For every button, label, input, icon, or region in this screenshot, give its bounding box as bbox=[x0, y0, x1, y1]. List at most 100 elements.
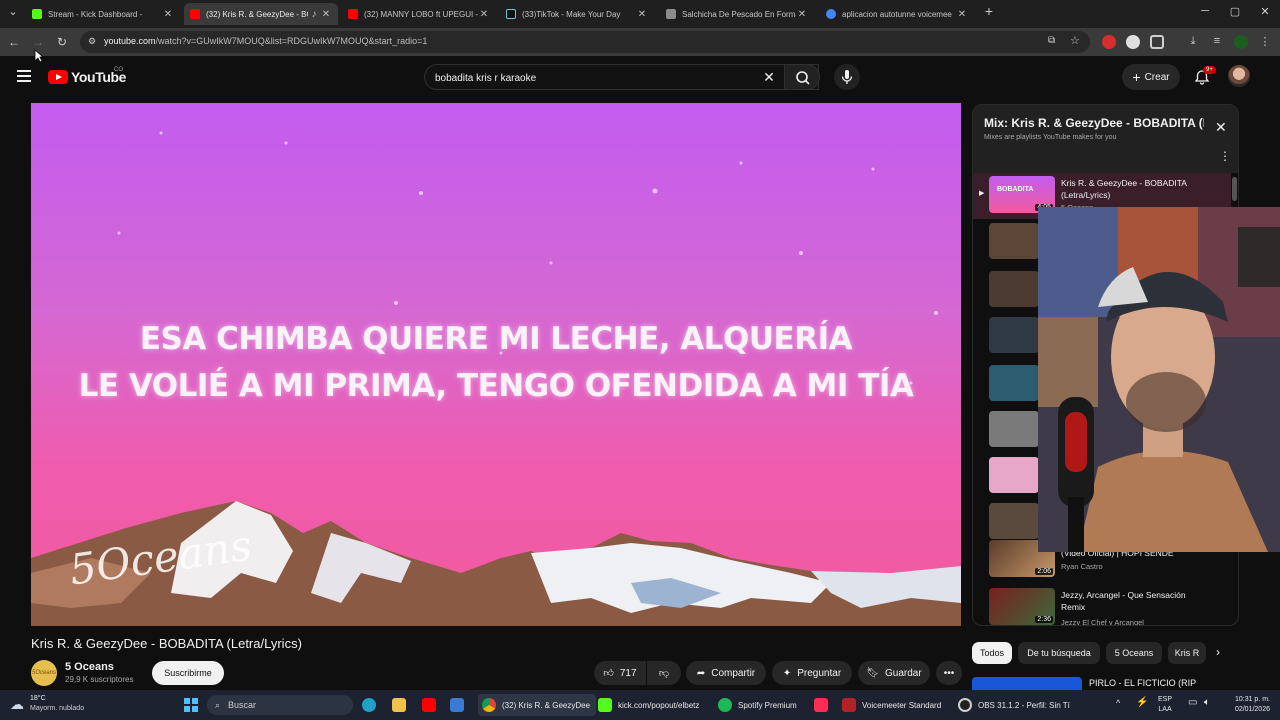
tray-network-icon[interactable]: ⚡ bbox=[1136, 697, 1148, 708]
recommended-thumbnail[interactable] bbox=[972, 677, 1082, 691]
close-icon[interactable]: ✕ bbox=[320, 9, 332, 20]
taskbar-obs-app[interactable]: OBS 31.1.2 - Perfil: Sin Tí bbox=[958, 694, 1070, 716]
clear-search-icon[interactable]: ✕ bbox=[762, 70, 776, 84]
system-clock[interactable]: 10:31 p. m. 02/01/2026 bbox=[1224, 695, 1270, 715]
mouse-cursor-icon bbox=[34, 49, 44, 63]
close-icon[interactable]: ✕ bbox=[796, 9, 808, 20]
close-icon[interactable]: ✕ bbox=[478, 9, 490, 20]
extensions-puzzle-icon[interactable] bbox=[1150, 35, 1164, 49]
start-windows-icon[interactable] bbox=[184, 698, 198, 712]
tab-search-icon[interactable]: ⌄ bbox=[4, 5, 22, 21]
hamburger-menu-icon[interactable] bbox=[17, 70, 31, 82]
more-vertical-icon[interactable]: ⋮ bbox=[1219, 149, 1231, 163]
bookmark-star-icon[interactable]: ☆ bbox=[1070, 34, 1080, 47]
chip-all[interactable]: Todos bbox=[972, 642, 1012, 664]
taskbar-file-explorer-icon[interactable] bbox=[392, 694, 412, 716]
more-actions-button[interactable]: ••• bbox=[936, 661, 962, 685]
video-thumbnail[interactable]: 2:36 bbox=[989, 588, 1055, 625]
chip-from-search[interactable]: De tu búsqueda bbox=[1018, 642, 1100, 664]
ask-button[interactable]: ✦ Preguntar bbox=[772, 661, 852, 685]
thumbs-up-icon: 👍︎ bbox=[603, 668, 614, 679]
taskbar-youtube-icon[interactable] bbox=[422, 694, 442, 716]
video-thumbnail[interactable] bbox=[989, 223, 1039, 259]
video-thumbnail[interactable] bbox=[989, 365, 1039, 401]
close-icon[interactable]: ✕ bbox=[956, 9, 968, 20]
weather-widget[interactable]: ☁ 18°C Mayorm. nublado bbox=[10, 694, 84, 714]
video-player[interactable]: ESA CHIMBA QUIERE MI LECHE, ALQUERÍA LE … bbox=[31, 103, 961, 626]
video-thumbnail[interactable] bbox=[989, 411, 1039, 447]
account-avatar[interactable] bbox=[1228, 65, 1250, 87]
like-button[interactable]: 👍︎ 717 bbox=[594, 661, 646, 685]
video-title: Kris R. & GeezyDee - BOBADITA (Letra/Lyr… bbox=[31, 636, 302, 651]
close-icon[interactable]: ✕ bbox=[636, 9, 648, 20]
address-bar[interactable]: ⚙ youtube.com/watch?v=GUwIkW7MOUQ&list=R… bbox=[80, 31, 1090, 53]
channel-name[interactable]: 5 Oceans bbox=[65, 661, 114, 673]
voicemeeter-icon bbox=[842, 698, 856, 712]
create-button[interactable]: + Crear bbox=[1122, 64, 1180, 90]
minimize-button[interactable]: ─ bbox=[1196, 5, 1214, 21]
taskbar-spotify-app[interactable]: Spotify Premium bbox=[718, 694, 797, 716]
forward-button[interactable]: → bbox=[30, 34, 46, 50]
youtube-logo[interactable]: YouTube CO bbox=[48, 67, 126, 85]
taskbar-search[interactable]: ⌕ Buscar bbox=[207, 695, 353, 715]
back-button[interactable]: ← bbox=[6, 34, 22, 50]
new-tab-button[interactable]: + bbox=[980, 3, 998, 19]
taskbar-voicemeeter-app[interactable]: Voicemeeter Standard bbox=[842, 694, 941, 716]
playlist-title[interactable]: Mix: Kris R. & GeezyDee - BOBADITA (Letr… bbox=[984, 116, 1204, 130]
voice-search-button[interactable] bbox=[834, 64, 860, 90]
chip-5-oceans[interactable]: 5 Oceans bbox=[1106, 642, 1162, 664]
chrome-menu-icon[interactable]: ⋮ bbox=[1258, 35, 1272, 49]
maximize-button[interactable]: ▢ bbox=[1226, 5, 1244, 21]
taskbar-chrome-app[interactable]: (32) Kris R. & GeezyDee bbox=[478, 694, 597, 716]
search-input[interactable] bbox=[435, 70, 755, 86]
youtube-header: YouTube CO ✕ + Crear 9+ bbox=[0, 56, 1270, 98]
install-app-icon[interactable]: ⧉ bbox=[1048, 35, 1055, 46]
download-icon[interactable]: ⤓ bbox=[1186, 35, 1200, 49]
dislike-button[interactable]: 👎︎ bbox=[647, 661, 681, 685]
chip-kris-r[interactable]: Kris R bbox=[1168, 642, 1206, 664]
tab-salchicha[interactable]: Salchicha De Pescado En Forma ✕ bbox=[660, 3, 814, 25]
tab-tiktok[interactable]: (33)TikTok - Make Your Day ✕ bbox=[500, 3, 654, 25]
extension-white-icon[interactable] bbox=[1126, 35, 1140, 49]
chevron-right-icon[interactable]: › bbox=[1216, 645, 1220, 659]
tray-chevron-icon[interactable]: ^ bbox=[1116, 698, 1120, 708]
search-button[interactable] bbox=[784, 64, 820, 90]
tab-youtube-bobadita[interactable]: (32) Kris R. & GeezyDee - BO ♪ ✕ bbox=[184, 3, 338, 25]
tab-youtube-manny-lobo[interactable]: (32) MANNY LOBO ft UPEGUI - ✕ bbox=[342, 3, 496, 25]
site-info-icon[interactable]: ⚙ bbox=[88, 36, 96, 47]
profile-icon[interactable] bbox=[1234, 35, 1248, 49]
channel-avatar[interactable]: 5Oceans bbox=[31, 660, 57, 686]
subscribe-button[interactable]: Suscribirme bbox=[152, 661, 224, 685]
share-button[interactable]: ➦ Compartir bbox=[686, 661, 766, 685]
playlist-item[interactable]: 2:36 Jezzy, Arcangel - Que Sensación Rem… bbox=[973, 585, 1231, 625]
close-icon[interactable]: ✕ bbox=[1215, 119, 1227, 136]
search-box[interactable] bbox=[424, 64, 819, 90]
video-thumbnail[interactable] bbox=[989, 271, 1039, 307]
url-text: youtube.com/watch?v=GUwIkW7MOUQ&list=RDG… bbox=[104, 36, 428, 46]
tray-volume-icon[interactable]: 🔈︎ bbox=[1204, 697, 1210, 708]
language-indicator[interactable]: ESP LAA bbox=[1158, 695, 1172, 715]
video-thumbnail[interactable] bbox=[989, 503, 1039, 539]
taskbar-kick-app[interactable]: kick.com/popout/elbetz bbox=[598, 694, 699, 716]
save-button[interactable]: 🔖︎ Guardar bbox=[858, 661, 930, 685]
tray-wifi-icon[interactable]: ▭ bbox=[1188, 697, 1197, 708]
recommended-title[interactable]: PIRLO - EL FICTICIO (RIP bbox=[1089, 678, 1196, 688]
tab-kick-dashboard[interactable]: Stream - Kick Dashboard - ✕ bbox=[26, 3, 180, 25]
extension-red-icon[interactable] bbox=[1102, 35, 1116, 49]
streamer-webcam-image bbox=[1038, 207, 1280, 552]
close-icon[interactable]: ✕ bbox=[162, 9, 174, 20]
youtube-play-icon bbox=[48, 70, 68, 84]
speaker-icon[interactable]: ♪ bbox=[308, 9, 320, 20]
search-icon bbox=[796, 71, 810, 85]
window-close-button[interactable]: ✕ bbox=[1256, 5, 1274, 21]
taskbar-edge-icon[interactable] bbox=[362, 694, 382, 716]
tab-google-search[interactable]: aplicacion autotunne voicemee ✕ bbox=[820, 3, 974, 25]
video-thumbnail[interactable] bbox=[989, 457, 1039, 493]
taskbar-store-icon[interactable] bbox=[450, 694, 470, 716]
playlist-item-title: Jezzy, Arcangel - Que Sensación Remix bbox=[1061, 590, 1186, 612]
reload-button[interactable]: ↻ bbox=[54, 34, 70, 50]
microphone-icon bbox=[841, 70, 853, 84]
taskbar-tiktok-icon[interactable] bbox=[814, 694, 834, 716]
media-control-icon[interactable]: ≡ bbox=[1210, 35, 1224, 49]
video-thumbnail[interactable] bbox=[989, 317, 1039, 353]
